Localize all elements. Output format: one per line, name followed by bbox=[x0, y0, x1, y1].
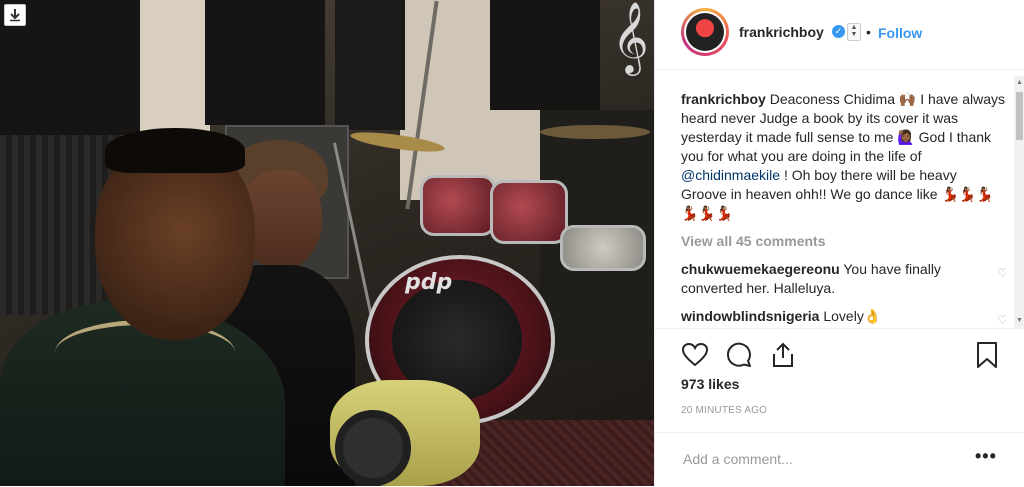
bookmark-icon[interactable] bbox=[973, 341, 1001, 369]
separator-dot: • bbox=[866, 24, 871, 40]
avatar[interactable] bbox=[681, 8, 729, 56]
view-all-comments-link[interactable]: View all 45 comments bbox=[681, 232, 1006, 251]
snare-drum bbox=[560, 225, 646, 271]
profile-picture bbox=[686, 13, 724, 51]
add-comment-input[interactable] bbox=[681, 446, 965, 472]
verified-badge-icon: ✓ bbox=[832, 25, 845, 38]
drum-logo: pdp bbox=[405, 270, 453, 295]
scrollbar-thumb[interactable] bbox=[1016, 92, 1023, 140]
comment-like-heart-icon[interactable]: ♡ bbox=[997, 264, 1006, 283]
comments-list[interactable]: frankrichboy Deaconess Chidima 🙌🏾 I have… bbox=[681, 76, 1006, 326]
caption-mention-link[interactable]: @chidinmaekile bbox=[681, 167, 780, 183]
comments-scrollbar[interactable]: ▲ ▼ bbox=[1014, 76, 1024, 328]
share-icon[interactable] bbox=[769, 341, 797, 369]
add-comment-section: ••• bbox=[655, 432, 1024, 487]
post-username[interactable]: frankrichboy bbox=[739, 24, 824, 40]
comment-item: windowblindsnigeria Lovely👌 ♡ bbox=[681, 307, 1006, 326]
caption-username[interactable]: frankrichboy bbox=[681, 91, 766, 107]
acoustic-panel bbox=[490, 0, 600, 110]
download-icon[interactable] bbox=[4, 4, 26, 26]
post-caption: frankrichboy Deaconess Chidima 🙌🏾 I have… bbox=[681, 90, 1006, 223]
translate-toggle-icon[interactable]: ▲ ▼ bbox=[847, 23, 861, 41]
scroll-up-arrow-icon[interactable]: ▲ bbox=[1015, 78, 1024, 88]
post-photo[interactable]: pdp 𝄞 bbox=[0, 0, 654, 486]
likes-count[interactable]: 973 likes bbox=[681, 376, 739, 392]
drum-tom bbox=[490, 180, 568, 244]
acoustic-panel bbox=[205, 0, 325, 125]
man-hair bbox=[105, 128, 245, 173]
comment-text: Lovely👌 bbox=[823, 308, 882, 324]
follow-button[interactable]: Follow bbox=[878, 25, 922, 41]
headphones bbox=[335, 410, 411, 486]
comment-like-heart-icon[interactable]: ♡ bbox=[997, 311, 1006, 326]
post-header: frankrichboy ✓ ▲ ▼ • Follow bbox=[655, 0, 1024, 70]
more-options-icon[interactable]: ••• bbox=[975, 446, 997, 467]
scroll-down-arrow-icon[interactable]: ▼ bbox=[1015, 316, 1024, 326]
acoustic-panel bbox=[335, 0, 405, 130]
heart-icon[interactable] bbox=[681, 341, 709, 369]
drum-tom bbox=[420, 175, 496, 236]
treble-clef-decor: 𝄞 bbox=[612, 0, 649, 73]
post-timestamp[interactable]: 20 MINUTES AGO bbox=[681, 405, 767, 416]
post-side-panel: frankrichboy ✓ ▲ ▼ • Follow frankrichboy … bbox=[654, 0, 1024, 486]
comment-username[interactable]: chukwuemekaegereonu bbox=[681, 261, 840, 277]
cymbal bbox=[540, 125, 650, 139]
comment-username[interactable]: windowblindsnigeria bbox=[681, 308, 819, 324]
action-bar bbox=[655, 328, 1024, 368]
comment-bubble-icon[interactable] bbox=[725, 341, 753, 369]
comment-item: chukwuemekaegereonu You have finally con… bbox=[681, 260, 1006, 298]
